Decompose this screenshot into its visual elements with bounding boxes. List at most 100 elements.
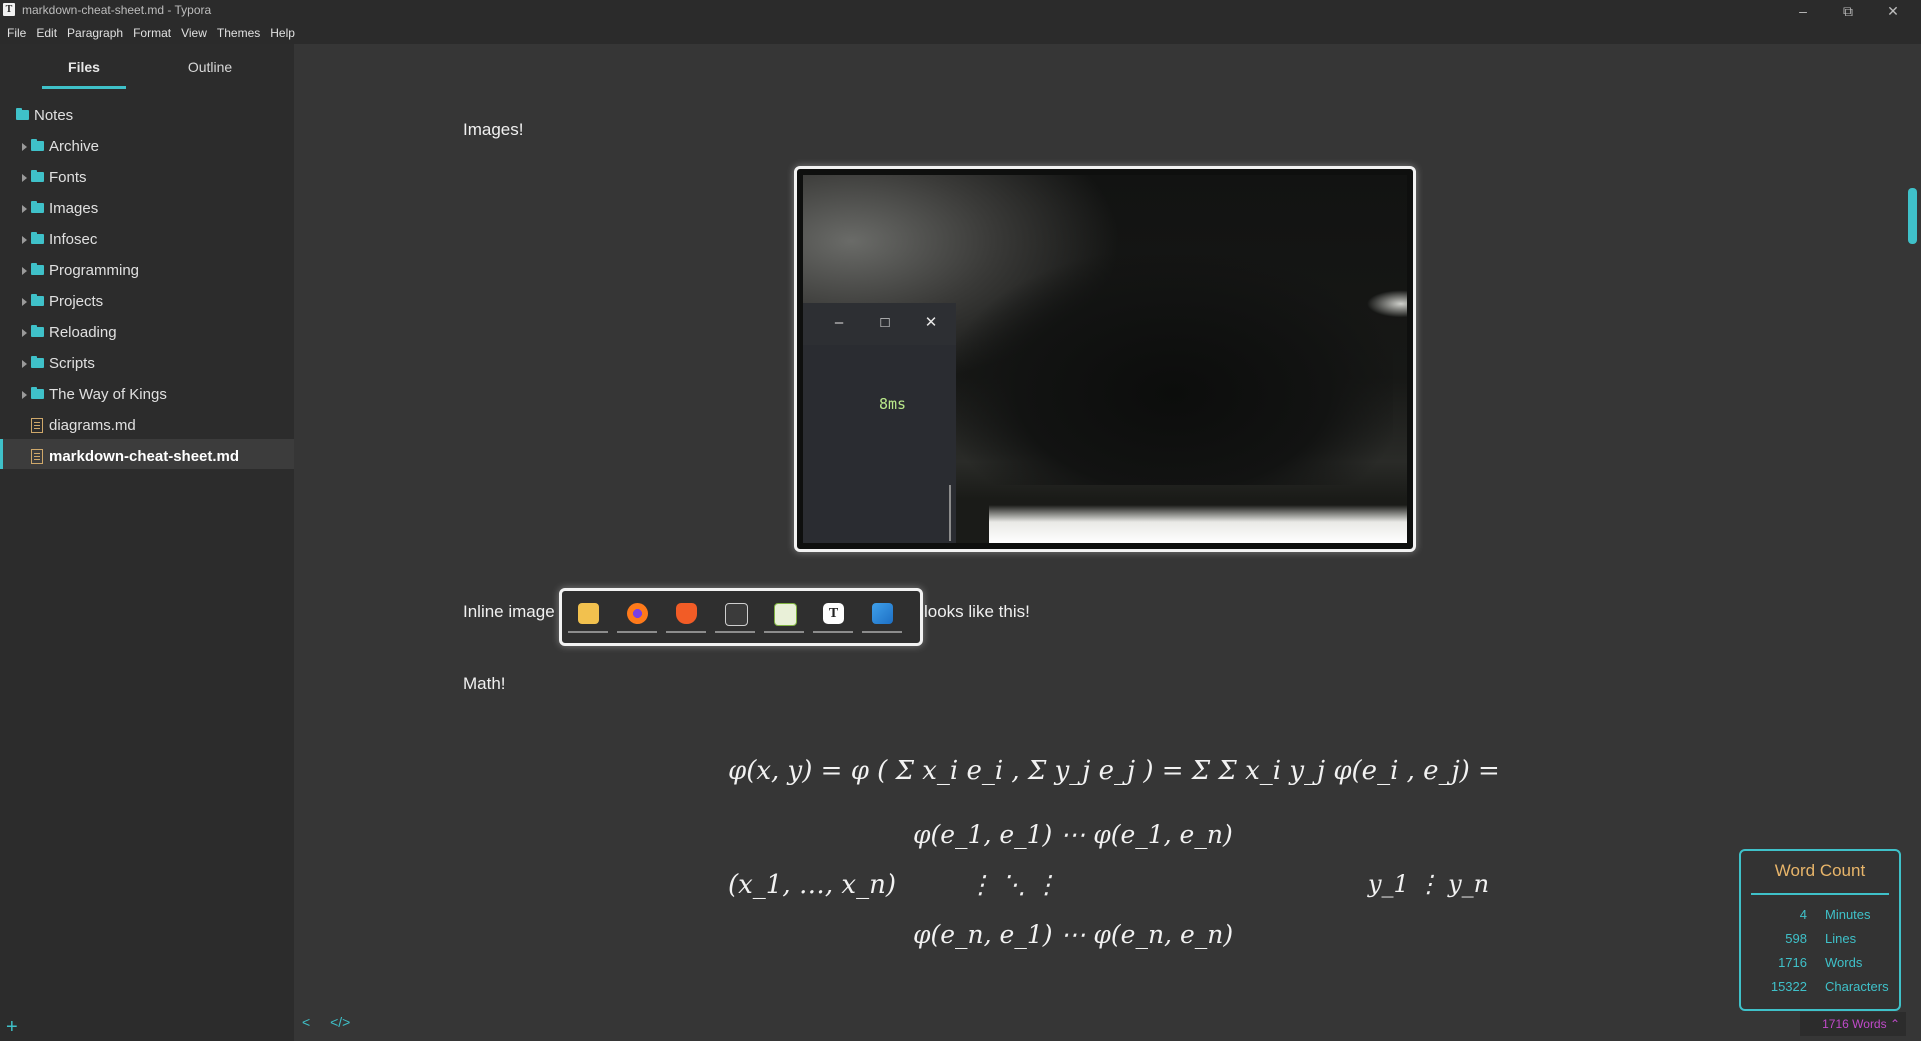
word-count-row: 15322 Characters	[1741, 979, 1899, 999]
folder-icon	[16, 108, 29, 120]
caret-right-icon[interactable]	[22, 267, 27, 275]
vscode-icon	[862, 601, 902, 633]
sidebar-item-label: Archive	[49, 138, 100, 155]
math-line-1: φ(x, y) = φ ( Σ x_i e_i , Σ y_j e_j ) = …	[728, 756, 1500, 786]
minimize-button[interactable]: –	[1781, 0, 1825, 22]
folder-icon	[31, 387, 44, 399]
sidebar-item-label: Programming	[49, 262, 140, 279]
typora-icon: T	[813, 601, 853, 633]
sidebar-file-label: diagrams.md	[49, 417, 136, 434]
word-count-value: 598	[1785, 931, 1807, 946]
folder-icon	[31, 356, 44, 368]
inline-image-suffix: looks like this!	[924, 602, 1030, 621]
source-code-toggle[interactable]: </>	[330, 1014, 350, 1030]
photo-trees	[953, 255, 1393, 485]
add-file-button[interactable]: +	[6, 1016, 18, 1039]
tab-outline[interactable]: Outline	[168, 44, 252, 86]
editor[interactable]: Images! – □ ✕ 8ms Inline image T looks l…	[296, 44, 1911, 1041]
word-count-row: 4 Minutes	[1741, 907, 1899, 927]
folder-icon	[31, 232, 44, 244]
caret-right-icon[interactable]	[22, 298, 27, 306]
status-word-count[interactable]: 1716 Words ⌃	[1800, 1012, 1906, 1036]
word-count-value: 4	[1799, 907, 1807, 922]
folder-icon	[31, 294, 44, 306]
folder-icon	[31, 139, 44, 151]
word-count-label: Characters	[1825, 979, 1889, 994]
overlay-minimize-icon: –	[834, 314, 844, 331]
maximize-button[interactable]: ⧉	[1826, 0, 1870, 22]
sidebar-file-label: markdown-cheat-sheet.md	[49, 448, 240, 465]
sidebar-item-label: Infosec	[49, 231, 98, 248]
overlay-window: – □ ✕ 8ms	[803, 303, 956, 543]
word-count-label: Minutes	[1825, 907, 1871, 922]
overlay-divider	[949, 485, 951, 541]
caret-right-icon[interactable]	[22, 236, 27, 244]
embedded-screenshot-image: – □ ✕ 8ms	[794, 166, 1416, 552]
menu-file[interactable]: File	[0, 22, 31, 44]
folder-icon	[31, 170, 44, 182]
caret-right-icon[interactable]	[22, 329, 27, 337]
caret-right-icon[interactable]	[22, 174, 27, 182]
sidebar-item-label: Reloading	[49, 324, 117, 341]
overlay-close-icon: ✕	[924, 314, 938, 331]
word-count-label: Words	[1825, 955, 1863, 970]
sidebar-item-projects[interactable]: Projects	[22, 286, 284, 317]
sidebar-item-images[interactable]: Images	[22, 193, 284, 224]
word-count-popup: Word Count 4 Minutes 598 Lines 1716 Word…	[1739, 849, 1901, 1011]
photo-glow	[989, 505, 1407, 543]
sidebar-tabs: Files Outline	[0, 44, 294, 89]
sidebar-item-label: Images	[49, 200, 99, 217]
tree-root-notes[interactable]: Notes	[14, 100, 284, 131]
firefox-icon	[617, 601, 657, 633]
sidebar-file-diagrams[interactable]: diagrams.md	[31, 410, 284, 441]
folder-icon	[31, 263, 44, 275]
scrollbar-thumb[interactable]	[1908, 188, 1917, 244]
menu-edit[interactable]: Edit	[31, 22, 62, 44]
caret-right-icon[interactable]	[22, 360, 27, 368]
matrix-row-3: φ(e_n, e_1) ⋯ φ(e_n, e_n)	[913, 920, 1234, 949]
sidebar-item-the-way-of-kings[interactable]: The Way of Kings	[22, 379, 284, 410]
menu-view[interactable]: View	[176, 22, 212, 44]
caret-right-icon[interactable]	[22, 143, 27, 151]
word-count-row: 598 Lines	[1741, 931, 1899, 951]
word-count-value: 15322	[1770, 979, 1807, 994]
sidebar-item-archive[interactable]: Archive	[22, 131, 284, 162]
word-count-label: Lines	[1825, 931, 1857, 946]
word-count-value: 1716	[1778, 955, 1807, 970]
overlay-latency-text: 8ms	[879, 395, 907, 413]
menu-bar: File Edit Paragraph Format View Themes H…	[0, 22, 1921, 44]
tree-root-label: Notes	[34, 107, 74, 124]
active-file-indicator	[0, 439, 3, 469]
menu-paragraph[interactable]: Paragraph	[62, 22, 128, 44]
sidebar: Files Outline Notes Archive Fonts Images…	[0, 44, 294, 1041]
folder-icon	[31, 325, 44, 337]
file-icon	[31, 418, 43, 433]
editor-icon	[764, 601, 804, 633]
sidebar-item-programming[interactable]: Programming	[22, 255, 284, 286]
inline-dock-image: T	[559, 588, 923, 646]
word-count-row: 1716 Words	[1741, 955, 1899, 975]
terminal-icon	[715, 601, 755, 633]
word-count-title: Word Count	[1774, 861, 1866, 880]
menu-help[interactable]: Help	[265, 22, 300, 44]
file-icon	[31, 449, 43, 464]
menu-format[interactable]: Format	[128, 22, 176, 44]
sidebar-item-scripts[interactable]: Scripts	[22, 348, 284, 379]
sidebar-item-fonts[interactable]: Fonts	[22, 162, 284, 193]
caret-right-icon[interactable]	[22, 205, 27, 213]
menu-themes[interactable]: Themes	[212, 22, 265, 44]
matrix-row-2: ⋮ ⋱ ⋮	[968, 870, 1059, 899]
typora-app-icon: T	[3, 3, 15, 16]
folder-icon	[31, 201, 44, 213]
sidebar-file-markdown-cheat-sheet[interactable]: markdown-cheat-sheet.md	[31, 441, 284, 472]
sidebar-item-label: Projects	[49, 293, 104, 310]
sidebar-item-infosec[interactable]: Infosec	[22, 224, 284, 255]
tab-files[interactable]: Files	[42, 44, 126, 89]
close-button[interactable]: ✕	[1871, 0, 1915, 22]
images-heading: Images!	[463, 120, 524, 139]
back-button[interactable]: <	[302, 1014, 310, 1030]
sidebar-item-reloading[interactable]: Reloading	[22, 317, 284, 348]
sidebar-item-label: The Way of Kings	[49, 386, 167, 403]
caret-right-icon[interactable]	[22, 391, 27, 399]
math-line-2: (x_1, …, x_n)	[728, 870, 896, 900]
